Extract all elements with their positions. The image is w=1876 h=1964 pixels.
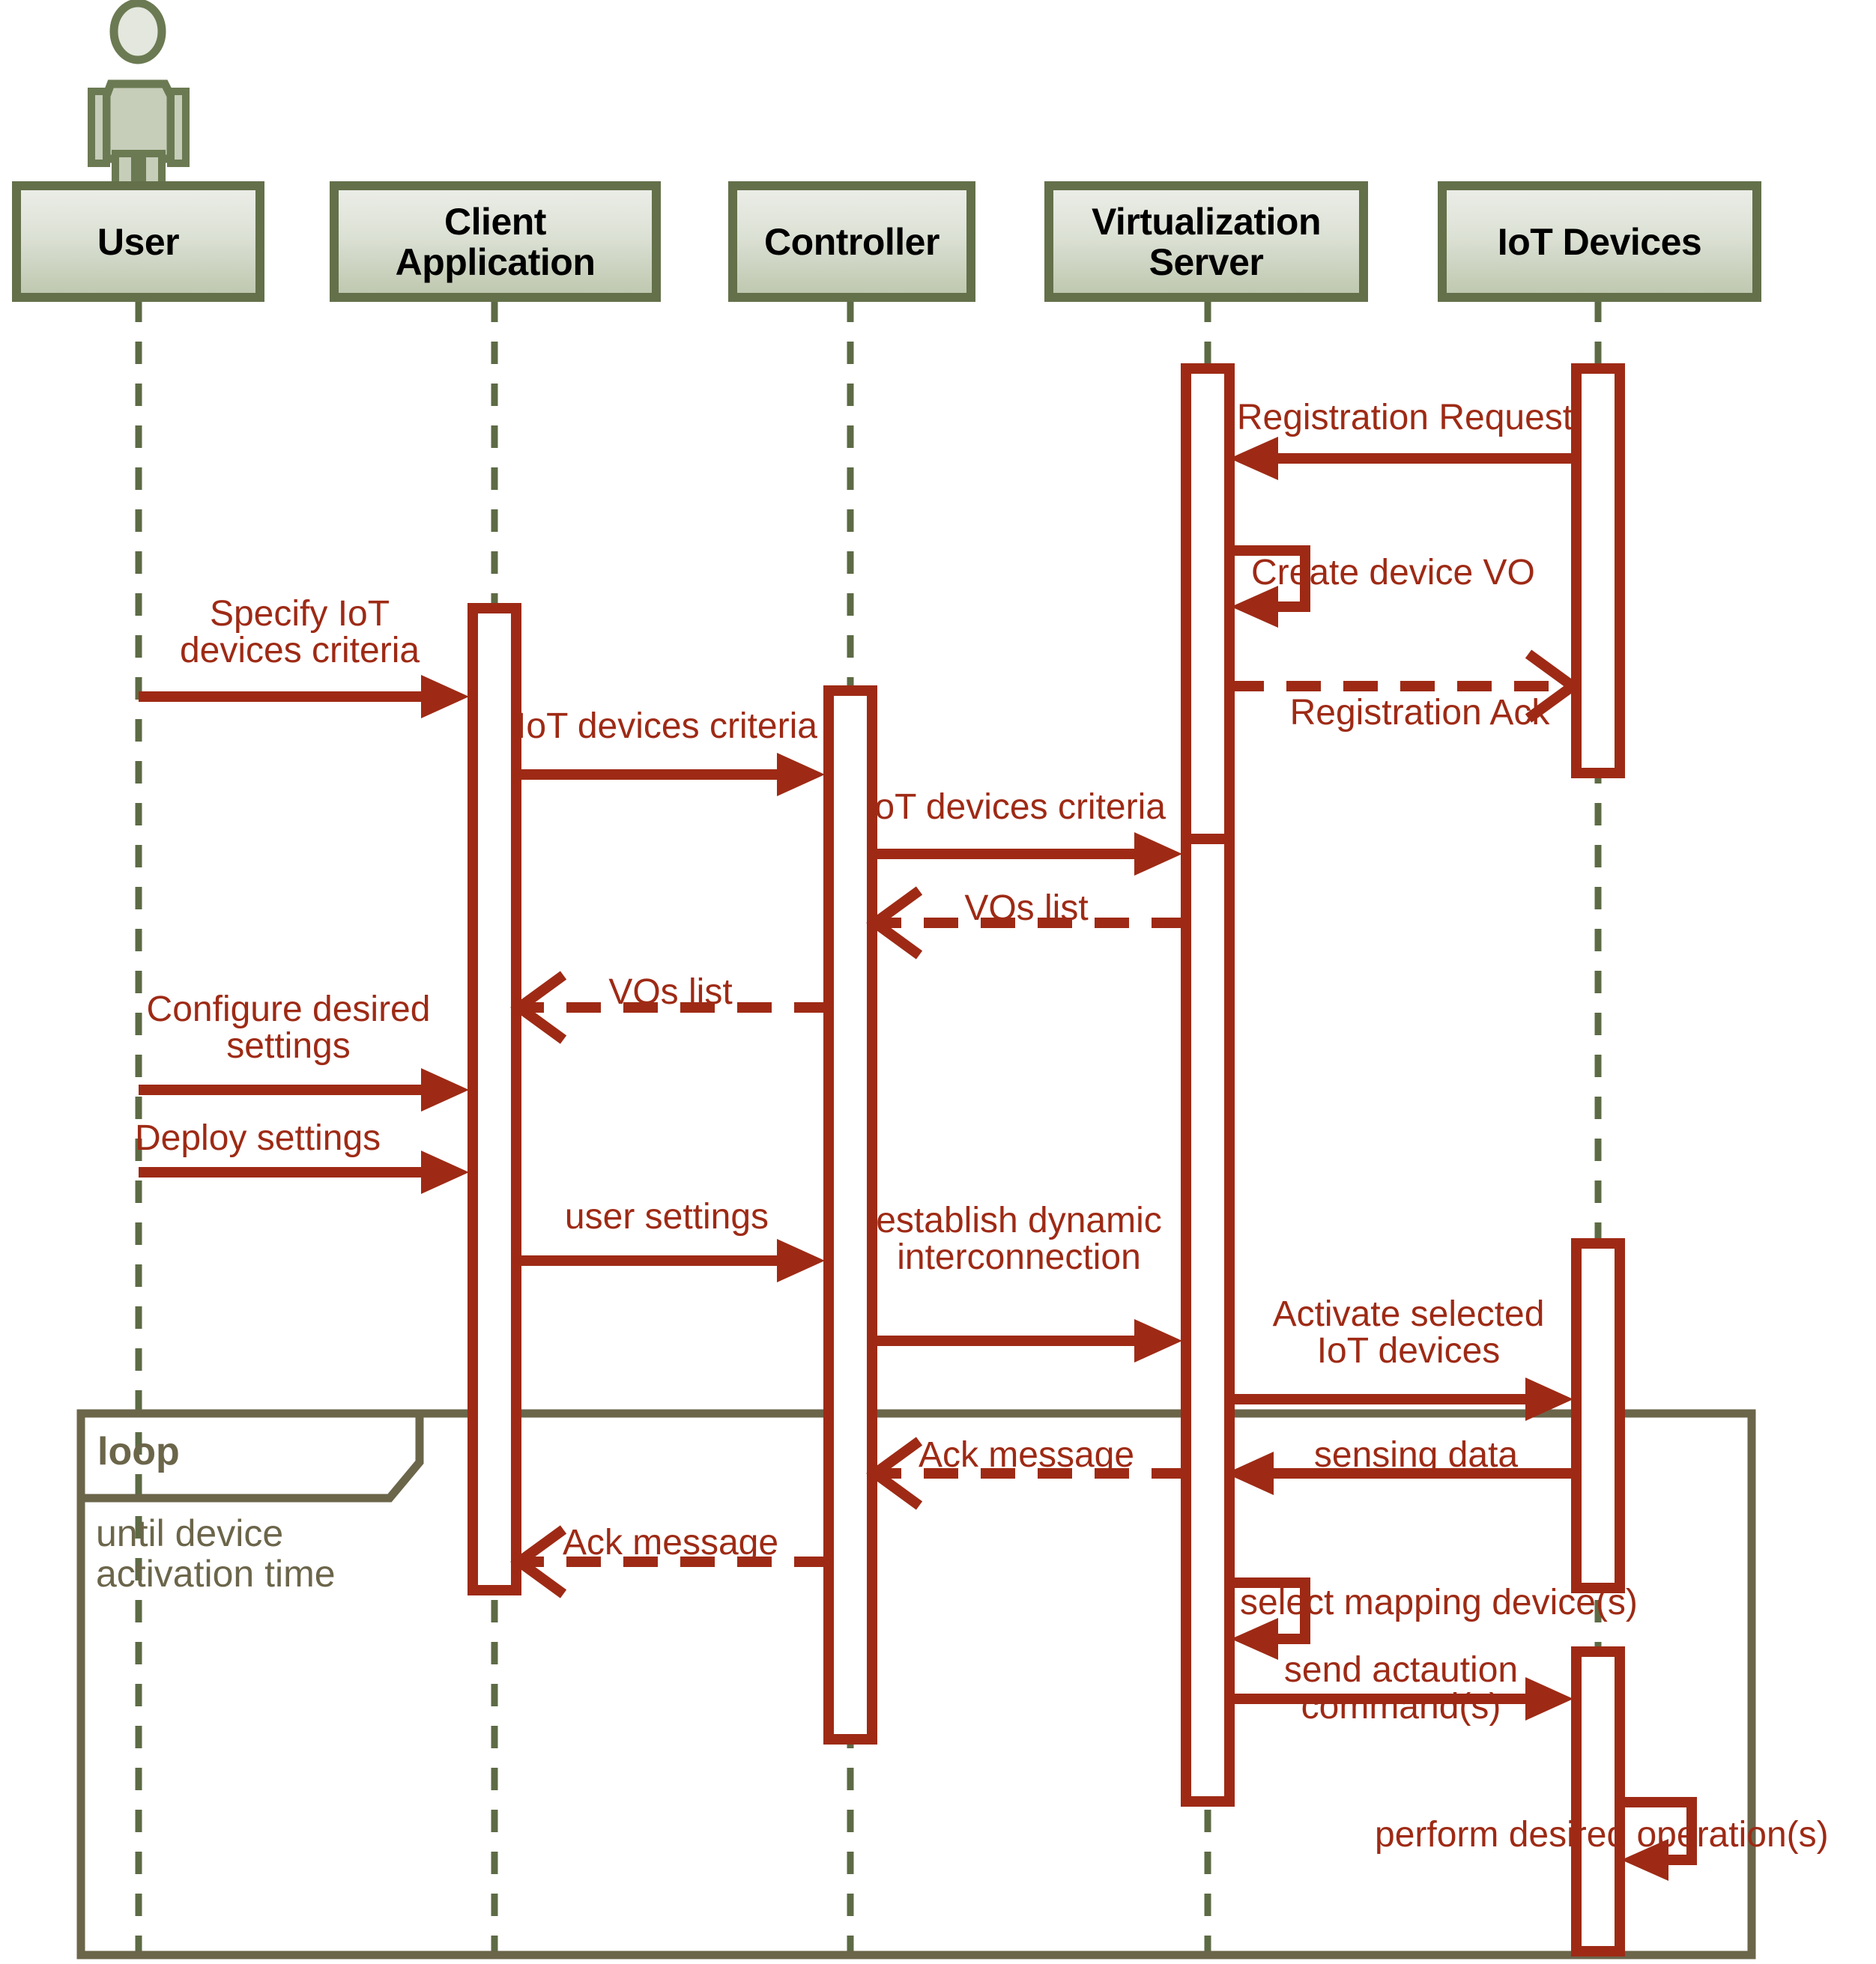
message-label-select-mapping-devices: select mapping device(s) bbox=[1240, 1583, 1638, 1622]
message-label-activate-selected-iot-devices: Activate selected IoT devices bbox=[1272, 1294, 1545, 1372]
activation-iot-devices-2 bbox=[1571, 1238, 1625, 1593]
loop-operator-label: loop bbox=[97, 1430, 180, 1473]
message-label-ack-message-2: Ack message bbox=[562, 1523, 779, 1563]
participant-client-application-label: Client Application bbox=[395, 200, 596, 283]
message-label-vos-list-2: VOs list bbox=[608, 972, 733, 1012]
activation-client-application-1 bbox=[468, 603, 521, 1595]
participant-iot-devices[interactable]: IoT Devices bbox=[1442, 186, 1757, 297]
activation-virtualization-server-1 bbox=[1181, 363, 1235, 891]
participant-user[interactable]: User bbox=[16, 186, 260, 297]
message-label-ack-message-1: Ack message bbox=[918, 1435, 1135, 1475]
participant-client-application[interactable]: Client Application bbox=[334, 186, 656, 297]
loop-condition-label: until device activation time bbox=[96, 1512, 336, 1595]
message-label-establish-dynamic-interconnection: establish dynamic interconnection bbox=[876, 1201, 1162, 1278]
activation-virtualization-server-2 bbox=[1181, 834, 1235, 1807]
participant-controller[interactable]: Controller bbox=[733, 186, 971, 297]
sequence-diagram-canvas: User Client Application Controller Virtu… bbox=[0, 0, 1876, 1964]
participant-controller-label: Controller bbox=[764, 220, 939, 263]
message-label-iot-devices-criteria-2: IoT devices criteria bbox=[865, 787, 1166, 827]
participant-user-label: User bbox=[97, 220, 180, 263]
message-label-deploy-settings: Deploy settings bbox=[135, 1118, 381, 1158]
message-label-sensing-data: sensing data bbox=[1313, 1435, 1519, 1475]
message-label-specify-iot-devices-criteria: Specify IoT devices criteria bbox=[179, 594, 420, 671]
message-label-send-actuation-commands: send actaution command(s) bbox=[1283, 1650, 1519, 1727]
participant-iot-devices-label: IoT Devices bbox=[1497, 220, 1702, 263]
activation-iot-devices-3 bbox=[1571, 1646, 1625, 1957]
participant-virtualization-server-label: Virtualization Server bbox=[1091, 200, 1322, 283]
message-label-vos-list-1: VOs list bbox=[964, 888, 1089, 928]
message-label-user-settings: user settings bbox=[564, 1197, 769, 1237]
message-label-configure-desired-settings: Configure desired settings bbox=[146, 989, 431, 1067]
message-label-iot-devices-criteria-1: IoT devices criteria bbox=[516, 706, 817, 746]
message-label-registration-ack: Registration Ack bbox=[1289, 693, 1550, 733]
message-label-perform-desired-operations: perform desired operation(s) bbox=[1375, 1815, 1829, 1855]
message-label-registration-request: Registration Request bbox=[1236, 398, 1573, 437]
participant-virtualization-server[interactable]: Virtualization Server bbox=[1049, 186, 1364, 297]
message-label-create-device-vo: Create device VO bbox=[1251, 553, 1535, 592]
